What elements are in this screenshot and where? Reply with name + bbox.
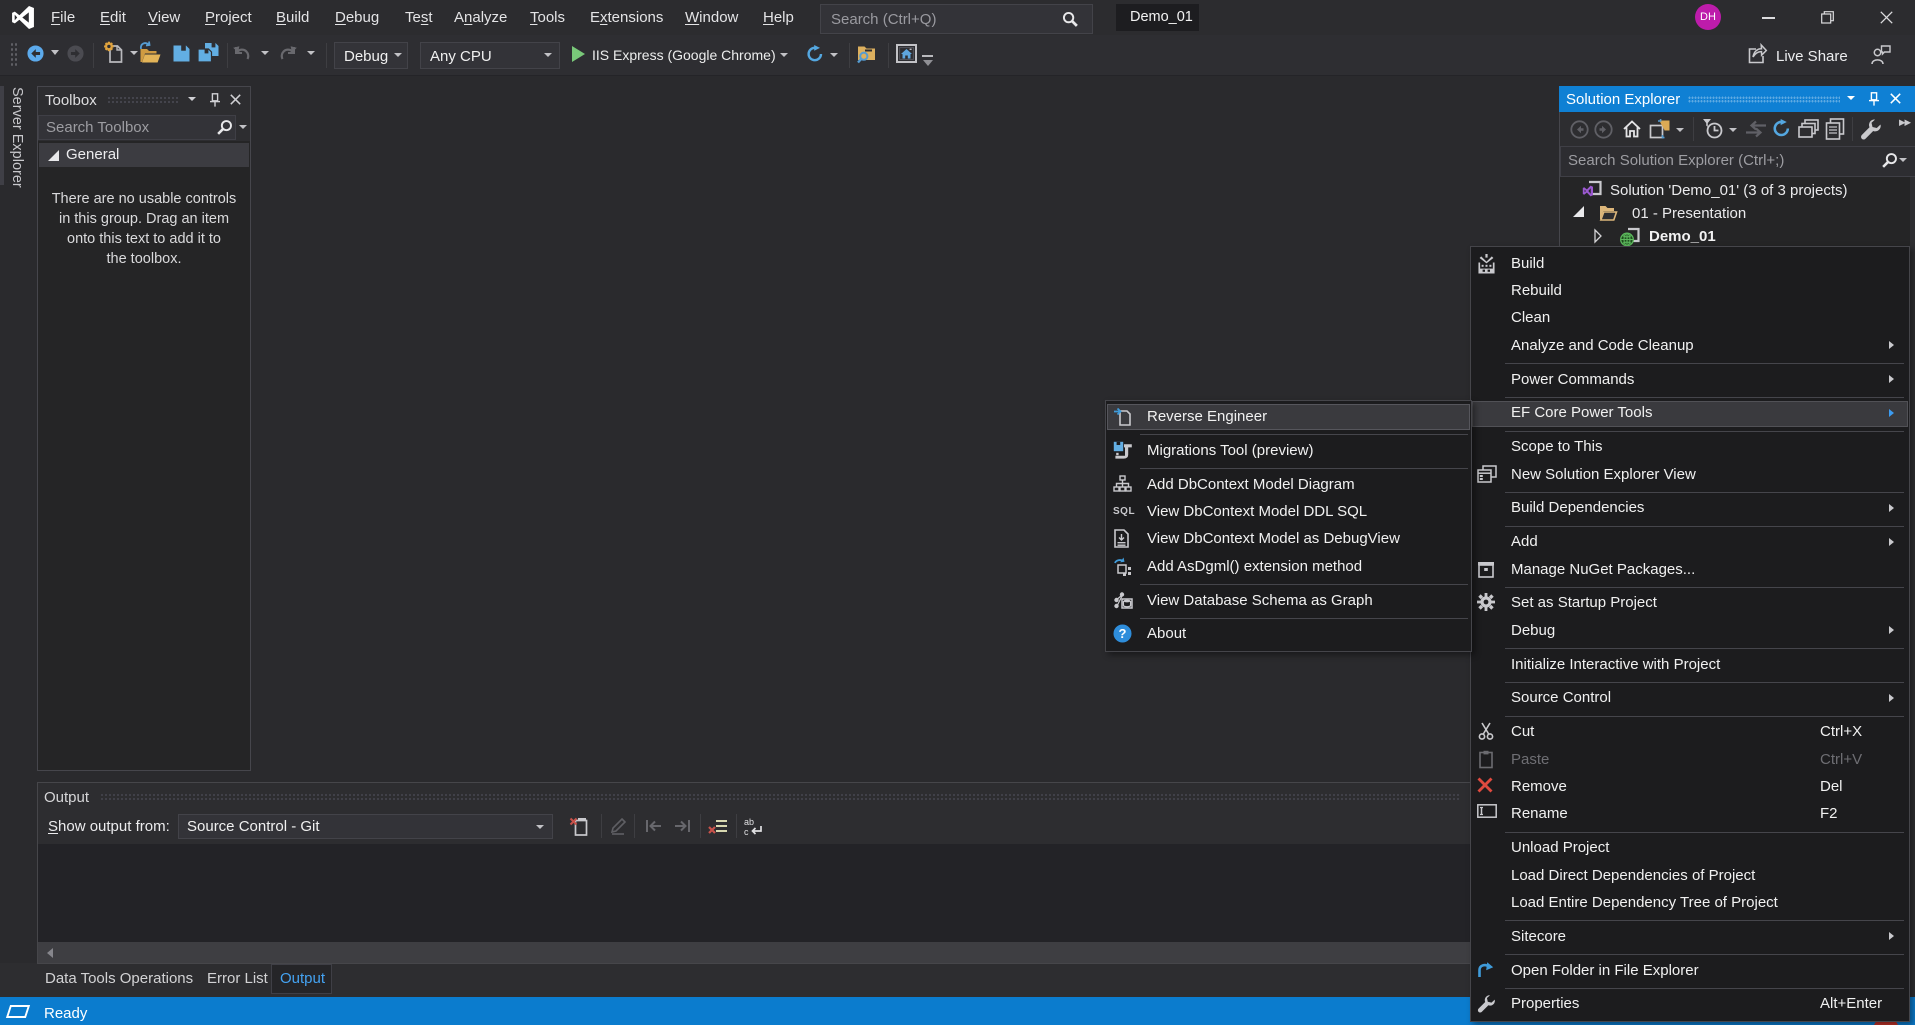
svg-text:ab: ab — [744, 817, 754, 827]
svg-text:?: ? — [1119, 626, 1127, 641]
svg-text:c: c — [744, 827, 749, 837]
